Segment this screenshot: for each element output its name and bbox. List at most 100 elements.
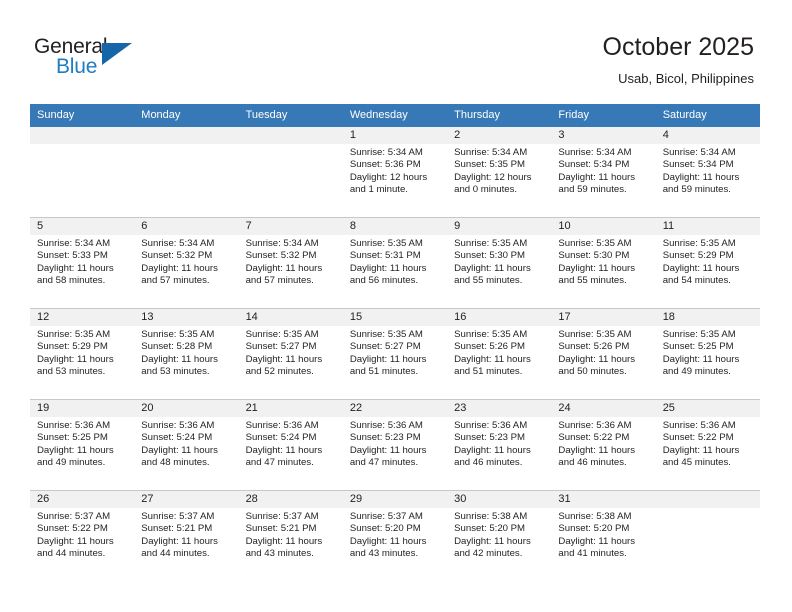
weekday-header-tuesday: Tuesday — [238, 104, 343, 127]
day-number: 26 — [30, 491, 135, 508]
day-details: Sunrise: 5:35 AM Sunset: 5:28 PM Daylight:… — [134, 326, 238, 379]
day-cell-inner: 18 Sunrise: 5:35 AM Sunset: 5:25 PM Dayligh… — [655, 309, 760, 399]
day-number: 23 — [447, 400, 552, 417]
daylight-text-line2: and 57 minutes. — [141, 275, 210, 287]
daylight-text-line1: Daylight: 11 hours — [454, 262, 531, 274]
day-number: 25 — [655, 400, 760, 417]
sunrise-text: Sunrise: 5:34 AM — [37, 238, 111, 249]
calendar-day-cell[interactable]: 11 Sunrise: 5:35 AM Sunset: 5:29 PM Dayligh… — [655, 217, 760, 309]
calendar-header-row-group: Sunday Monday Tuesday Wednesday Thursday… — [30, 104, 760, 127]
page-header: General Blue October 2025 Usab, Bicol, P… — [0, 0, 792, 100]
calendar-day-cell[interactable]: 5 Sunrise: 5:34 AM Sunset: 5:33 PM Daylight… — [30, 217, 135, 309]
day-number: 30 — [447, 491, 552, 508]
sunset-text: Sunset: 5:21 PM — [141, 523, 213, 535]
sunrise-text: Sunrise: 5:38 AM — [558, 511, 632, 522]
calendar-day-cell[interactable]: 10 Sunrise: 5:35 AM Sunset: 5:30 PM Dayligh… — [551, 217, 656, 309]
weekday-header-row: Sunday Monday Tuesday Wednesday Thursday… — [30, 104, 760, 127]
day-number: 5 — [30, 218, 135, 235]
daylight-text-line2: and 45 minutes. — [662, 457, 731, 469]
day-cell-inner: 7 Sunrise: 5:34 AM Sunset: 5:32 PM Daylight… — [238, 218, 343, 308]
calendar-day-cell[interactable]: 28 Sunrise: 5:37 AM Sunset: 5:21 PM Dayligh… — [238, 490, 343, 581]
day-cell-inner: 30 Sunrise: 5:38 AM Sunset: 5:20 PM Dayligh… — [447, 491, 552, 581]
calendar-day-cell[interactable]: 4 Sunrise: 5:34 AM Sunset: 5:34 PM Daylight… — [655, 127, 760, 218]
sunset-text: Sunset: 5:34 PM — [662, 159, 734, 171]
daylight-text-line2: and 44 minutes. — [141, 548, 210, 560]
daylight-text-line1: Daylight: 12 hours — [454, 171, 532, 183]
day-number — [30, 127, 135, 144]
day-details: Sunrise: 5:36 AM Sunset: 5:22 PM Daylight:… — [656, 417, 760, 470]
calendar-week-row: 1 Sunrise: 5:34 AM Sunset: 5:36 PM Daylight… — [30, 127, 760, 218]
calendar-day-cell[interactable]: 3 Sunrise: 5:34 AM Sunset: 5:34 PM Daylight… — [551, 127, 656, 218]
sunset-text: Sunset: 5:32 PM — [245, 250, 317, 262]
calendar-day-cell[interactable]: 20 Sunrise: 5:36 AM Sunset: 5:24 PM Dayligh… — [134, 399, 239, 491]
calendar-day-cell[interactable]: 7 Sunrise: 5:34 AM Sunset: 5:32 PM Daylight… — [238, 217, 343, 309]
sunrise-text: Sunrise: 5:36 AM — [662, 420, 736, 431]
sunset-text: Sunset: 5:36 PM — [349, 159, 421, 171]
day-cell-inner: 28 Sunrise: 5:37 AM Sunset: 5:21 PM Dayligh… — [238, 491, 343, 581]
daylight-text-line1: Daylight: 12 hours — [349, 171, 428, 183]
calendar-day-cell[interactable]: 6 Sunrise: 5:34 AM Sunset: 5:32 PM Daylight… — [134, 217, 239, 309]
day-cell-inner: 25 Sunrise: 5:36 AM Sunset: 5:22 PM Dayligh… — [655, 400, 760, 490]
day-details: Sunrise: 5:36 AM Sunset: 5:22 PM Daylight:… — [551, 417, 655, 470]
calendar-day-cell[interactable]: 25 Sunrise: 5:36 AM Sunset: 5:22 PM Dayligh… — [655, 399, 760, 491]
calendar-day-cell[interactable]: 16 Sunrise: 5:35 AM Sunset: 5:26 PM Dayligh… — [447, 308, 552, 400]
daylight-text-line2: and 49 minutes. — [37, 457, 106, 469]
day-cell-inner — [655, 491, 760, 581]
sunset-text: Sunset: 5:32 PM — [141, 250, 213, 262]
sunrise-text: Sunrise: 5:34 AM — [349, 147, 423, 158]
calendar-day-cell[interactable]: 21 Sunrise: 5:36 AM Sunset: 5:24 PM Dayligh… — [238, 399, 343, 491]
calendar-week-row: 19 Sunrise: 5:36 AM Sunset: 5:25 PM Dayligh… — [30, 399, 760, 491]
daylight-text-line1: Daylight: 11 hours — [558, 353, 636, 365]
calendar-day-cell[interactable]: 22 Sunrise: 5:36 AM Sunset: 5:23 PM Dayligh… — [342, 399, 448, 491]
calendar-day-cell[interactable]: 2 Sunrise: 5:34 AM Sunset: 5:35 PM Daylight… — [447, 127, 552, 218]
sunrise-text: Sunrise: 5:35 AM — [662, 238, 736, 249]
calendar-day-cell[interactable]: 26 Sunrise: 5:37 AM Sunset: 5:22 PM Dayligh… — [30, 490, 135, 581]
sunrise-text: Sunrise: 5:34 AM — [662, 147, 736, 158]
day-cell-inner: 6 Sunrise: 5:34 AM Sunset: 5:32 PM Daylight… — [134, 218, 239, 308]
calendar-day-cell[interactable]: 1 Sunrise: 5:34 AM Sunset: 5:36 PM Daylight… — [342, 127, 448, 218]
day-details: Sunrise: 5:37 AM Sunset: 5:21 PM Daylight:… — [134, 508, 238, 561]
calendar-day-cell[interactable]: 29 Sunrise: 5:37 AM Sunset: 5:20 PM Dayligh… — [342, 490, 448, 581]
calendar-day-cell[interactable]: 23 Sunrise: 5:36 AM Sunset: 5:23 PM Dayligh… — [447, 399, 552, 491]
daylight-text-line2: and 58 minutes. — [37, 275, 106, 287]
sunrise-text: Sunrise: 5:35 AM — [349, 238, 423, 249]
daylight-text-line2: and 54 minutes. — [662, 275, 731, 287]
sunset-text: Sunset: 5:34 PM — [558, 159, 630, 171]
day-number: 28 — [238, 491, 343, 508]
day-details: Sunrise: 5:35 AM Sunset: 5:26 PM Daylight:… — [447, 326, 551, 379]
calendar-day-cell[interactable]: 9 Sunrise: 5:35 AM Sunset: 5:30 PM Daylight… — [447, 217, 552, 309]
sunrise-text: Sunrise: 5:35 AM — [558, 329, 632, 340]
daylight-text-line2: and 0 minutes. — [454, 184, 518, 196]
calendar-day-cell[interactable]: 17 Sunrise: 5:35 AM Sunset: 5:26 PM Dayligh… — [551, 308, 656, 400]
day-cell-inner — [238, 127, 343, 217]
day-cell-inner: 29 Sunrise: 5:37 AM Sunset: 5:20 PM Dayligh… — [342, 491, 448, 581]
general-blue-logo[interactable]: General Blue — [34, 36, 154, 84]
calendar-day-cell[interactable]: 19 Sunrise: 5:36 AM Sunset: 5:25 PM Dayligh… — [30, 399, 135, 491]
day-number: 18 — [655, 309, 760, 326]
day-cell-inner: 15 Sunrise: 5:35 AM Sunset: 5:27 PM Dayligh… — [342, 309, 448, 399]
day-cell-inner: 19 Sunrise: 5:36 AM Sunset: 5:25 PM Dayligh… — [30, 400, 135, 490]
day-number: 12 — [30, 309, 135, 326]
calendar-day-cell[interactable]: 18 Sunrise: 5:35 AM Sunset: 5:25 PM Dayligh… — [655, 308, 760, 400]
sunrise-text: Sunrise: 5:34 AM — [558, 147, 632, 158]
calendar-day-cell[interactable]: 12 Sunrise: 5:35 AM Sunset: 5:29 PM Dayligh… — [30, 308, 135, 400]
weekday-header-wednesday: Wednesday — [342, 104, 448, 127]
calendar-day-cell[interactable]: 30 Sunrise: 5:38 AM Sunset: 5:20 PM Dayligh… — [447, 490, 552, 581]
daylight-text-line1: Daylight: 11 hours — [37, 535, 114, 547]
calendar-day-cell[interactable]: 8 Sunrise: 5:35 AM Sunset: 5:31 PM Daylight… — [342, 217, 448, 309]
calendar-day-cell[interactable]: 31 Sunrise: 5:38 AM Sunset: 5:20 PM Dayligh… — [551, 490, 656, 581]
sunrise-text: Sunrise: 5:34 AM — [245, 238, 319, 249]
calendar-day-cell[interactable]: 15 Sunrise: 5:35 AM Sunset: 5:27 PM Dayligh… — [342, 308, 448, 400]
sunrise-text: Sunrise: 5:37 AM — [37, 511, 111, 522]
daylight-text-line2: and 57 minutes. — [245, 275, 314, 287]
day-cell-inner: 13 Sunrise: 5:35 AM Sunset: 5:28 PM Dayligh… — [134, 309, 239, 399]
calendar-day-cell[interactable]: 14 Sunrise: 5:35 AM Sunset: 5:27 PM Dayligh… — [238, 308, 343, 400]
calendar-day-cell[interactable]: 13 Sunrise: 5:35 AM Sunset: 5:28 PM Dayligh… — [134, 308, 239, 400]
calendar-day-cell[interactable]: 24 Sunrise: 5:36 AM Sunset: 5:22 PM Dayligh… — [551, 399, 656, 491]
calendar-day-cell[interactable]: 27 Sunrise: 5:37 AM Sunset: 5:21 PM Dayligh… — [134, 490, 239, 581]
daylight-text-line1: Daylight: 11 hours — [558, 262, 636, 274]
day-number: 9 — [447, 218, 552, 235]
day-number: 15 — [342, 309, 448, 326]
calendar-day-cell-empty — [238, 127, 343, 218]
day-number: 2 — [447, 127, 552, 144]
